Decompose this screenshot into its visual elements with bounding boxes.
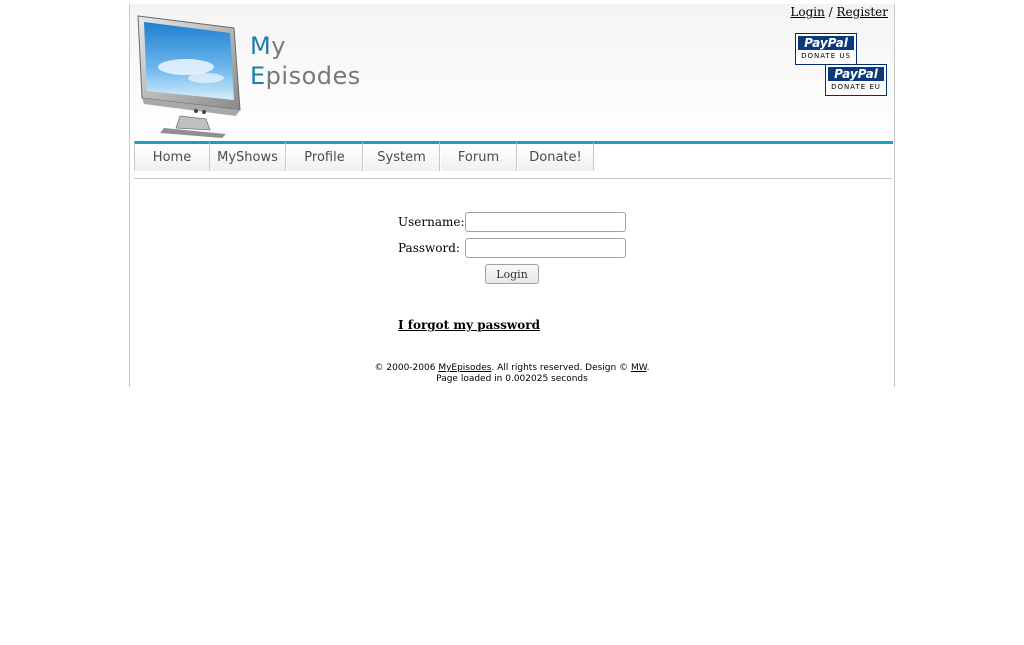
register-link[interactable]: Register <box>837 5 888 19</box>
auth-links: Login / Register <box>790 5 888 19</box>
tab-home[interactable]: Home <box>134 141 210 171</box>
tab-myshows[interactable]: MyShows <box>210 141 286 171</box>
paypal-us-label: DONATE US <box>801 52 851 60</box>
logo-my-cap: M <box>250 32 272 60</box>
footer-copyright: © 2000-2006 MyEpisodes. All rights reser… <box>130 363 894 374</box>
designer-link[interactable]: MW <box>631 363 647 373</box>
logo-episodes-cap: E <box>250 62 266 90</box>
logo-episodes-rest: pisodes <box>265 62 361 90</box>
header: My Episodes Login / Register PayPal DONA… <box>130 4 894 142</box>
site-logo-text: My Episodes <box>250 34 361 88</box>
paypal-donate-us-button[interactable]: PayPal DONATE US <box>795 33 857 65</box>
tab-system[interactable]: System <box>364 141 440 171</box>
paypal-donate-eu-button[interactable]: PayPal DONATE EU <box>825 64 887 96</box>
rights-text: . All rights reserved. Design © <box>491 363 631 373</box>
logo-my-rest: y <box>271 32 286 60</box>
username-field[interactable] <box>465 212 626 232</box>
auth-separator: / <box>824 5 837 19</box>
username-label: Username: <box>398 215 465 229</box>
monitor-logo-icon <box>137 15 241 138</box>
paypal-us-brand: PayPal <box>798 36 854 50</box>
paypal-eu-label: DONATE EU <box>831 83 881 91</box>
password-label: Password: <box>398 241 460 255</box>
login-submit-button[interactable]: Login <box>485 264 539 284</box>
paypal-eu-brand: PayPal <box>828 67 884 81</box>
copyright-end: . <box>646 363 650 373</box>
tab-forum[interactable]: Forum <box>441 141 517 171</box>
forgot-password-link[interactable]: I forgot my password <box>398 318 540 332</box>
password-field[interactable] <box>465 238 626 258</box>
footer: © 2000-2006 MyEpisodes. All rights reser… <box>130 363 894 385</box>
login-link[interactable]: Login <box>790 5 824 19</box>
tab-donate[interactable]: Donate! <box>518 141 594 171</box>
copyright-prefix: © 2000-2006 <box>374 363 439 373</box>
main-nav: Home MyShows Profile System Forum Donate… <box>134 141 893 171</box>
site-link[interactable]: MyEpisodes <box>438 363 491 373</box>
nav-divider <box>134 178 892 179</box>
tab-profile[interactable]: Profile <box>287 141 363 171</box>
page-load-time: Page loaded in 0.002025 seconds <box>436 374 588 384</box>
page-container: My Episodes Login / Register PayPal DONA… <box>129 4 895 387</box>
